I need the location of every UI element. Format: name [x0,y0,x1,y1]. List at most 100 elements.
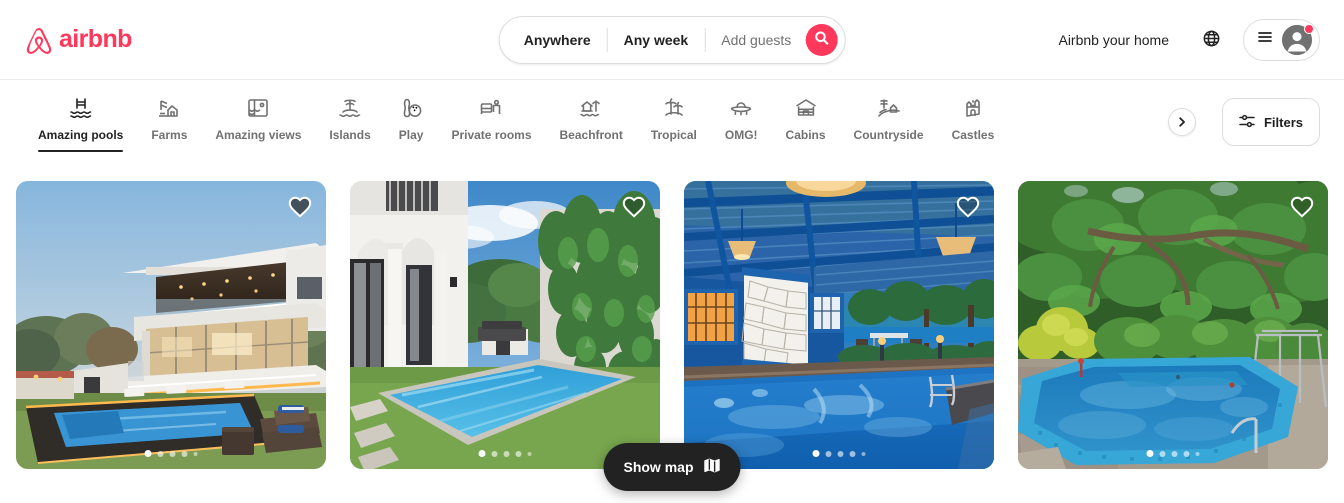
header-actions: Airbnb your home [1044,18,1320,61]
user-menu-button[interactable] [1243,18,1320,61]
filters-button[interactable]: Filters [1221,98,1320,146]
category-amazing-pools[interactable]: Amazing pools [24,96,137,152]
palm-tree-icon [662,96,686,120]
category-label: Amazing pools [38,128,124,142]
chevron-right-icon [1177,115,1187,130]
bowling-icon [399,96,423,120]
avatar [1282,23,1314,55]
listing-card[interactable] [350,181,660,469]
carousel-dot[interactable] [837,450,844,457]
category-omg[interactable]: OMG! [711,96,772,152]
category-castles[interactable]: Castles [938,96,1009,152]
carousel-dot[interactable] [157,450,164,457]
search-submit-button[interactable] [805,23,838,56]
category-beachfront[interactable]: Beachfront [546,96,637,152]
ufo-icon [729,96,753,120]
carousel-dot[interactable] [515,450,522,457]
category-label: Farms [151,128,188,142]
listing-photo[interactable] [684,181,994,469]
category-label: Cabins [785,128,826,142]
photo-carousel-dots[interactable] [478,450,532,457]
listing-grid [0,181,1344,469]
listing-card[interactable] [684,181,994,469]
site-header: airbnb Anywhere Any week Add guests Airb… [0,0,1344,80]
carousel-dot[interactable] [849,450,856,457]
category-nav: Amazing pools Farms Amazing views Island… [0,80,1344,180]
airbnb-your-home-link[interactable]: Airbnb your home [1044,20,1183,60]
heart-icon[interactable] [622,195,646,219]
category-tropical[interactable]: Tropical [637,96,711,152]
category-label: Amazing views [215,128,302,142]
view-icon [246,96,270,120]
sliders-icon [1239,113,1255,132]
carousel-dot[interactable] [193,451,198,456]
filters-label: Filters [1263,114,1303,130]
listing-card[interactable] [1018,181,1328,469]
language-globe-button[interactable] [1191,20,1231,60]
category-next-button[interactable] [1167,108,1196,136]
heart-icon[interactable] [956,195,980,219]
photo-carousel-dots[interactable] [1146,450,1200,457]
brand-name: airbnb [59,25,132,53]
category-play[interactable]: Play [385,96,438,152]
category-farms[interactable]: Farms [137,96,201,152]
cabin-icon [794,96,818,120]
search-bar[interactable]: Anywhere Any week Add guests [498,15,846,64]
map-icon [704,457,721,477]
show-map-label: Show map [623,459,694,475]
carousel-dot[interactable] [1146,450,1154,457]
category-label: Countryside [853,128,924,142]
category-label: Private rooms [451,128,532,142]
listing-photo[interactable] [16,181,326,469]
carousel-dot[interactable] [1183,450,1190,457]
category-label: Play [398,128,424,142]
category-label: Beachfront [559,128,623,142]
farm-icon [157,96,181,120]
category-label: Tropical [650,128,697,142]
carousel-dot[interactable] [181,450,188,457]
search-dates-button[interactable]: Any week [608,32,705,48]
airbnb-logo[interactable]: airbnb [24,24,132,56]
category-islands[interactable]: Islands [315,96,384,152]
bed-icon [479,96,503,120]
category-list: Amazing pools Farms Amazing views Island… [24,96,1160,152]
carousel-dot[interactable] [144,450,152,457]
category-private-rooms[interactable]: Private rooms [437,96,545,152]
castle-icon [961,96,985,120]
carousel-dot[interactable] [478,450,486,457]
notification-badge [1304,23,1314,34]
carousel-dot[interactable] [1171,450,1178,457]
carousel-dot[interactable] [812,450,820,457]
carousel-dot[interactable] [491,450,498,457]
carousel-dot[interactable] [825,450,832,457]
heart-icon[interactable] [288,195,312,219]
carousel-dot[interactable] [861,451,866,456]
carousel-dot[interactable] [1195,451,1200,456]
carousel-dot[interactable] [1159,450,1166,457]
active-category-underline [38,150,124,152]
carousel-dot[interactable] [503,450,510,457]
search-guests-button[interactable]: Add guests [705,32,805,48]
hamburger-menu-icon [1257,29,1273,50]
photo-carousel-dots[interactable] [812,450,866,457]
listing-photo[interactable] [350,181,660,469]
heart-icon[interactable] [1290,195,1314,219]
globe-icon [1203,30,1220,50]
listing-photo[interactable] [1018,181,1328,469]
show-map-button[interactable]: Show map [603,443,741,491]
island-icon [338,96,362,120]
countryside-icon [877,96,901,120]
carousel-dot[interactable] [169,450,176,457]
listing-card[interactable] [16,181,326,469]
category-cabins[interactable]: Cabins [772,96,840,152]
search-location-button[interactable]: Anywhere [508,32,607,48]
airbnb-belo-icon [24,24,54,56]
category-label: Castles [951,128,995,142]
category-label: OMG! [724,128,758,142]
carousel-dot[interactable] [527,451,532,456]
pool-icon [69,96,93,120]
category-amazing-views[interactable]: Amazing views [201,96,315,152]
category-countryside[interactable]: Countryside [840,96,938,152]
photo-carousel-dots[interactable] [144,450,198,457]
search-icon [814,31,828,48]
